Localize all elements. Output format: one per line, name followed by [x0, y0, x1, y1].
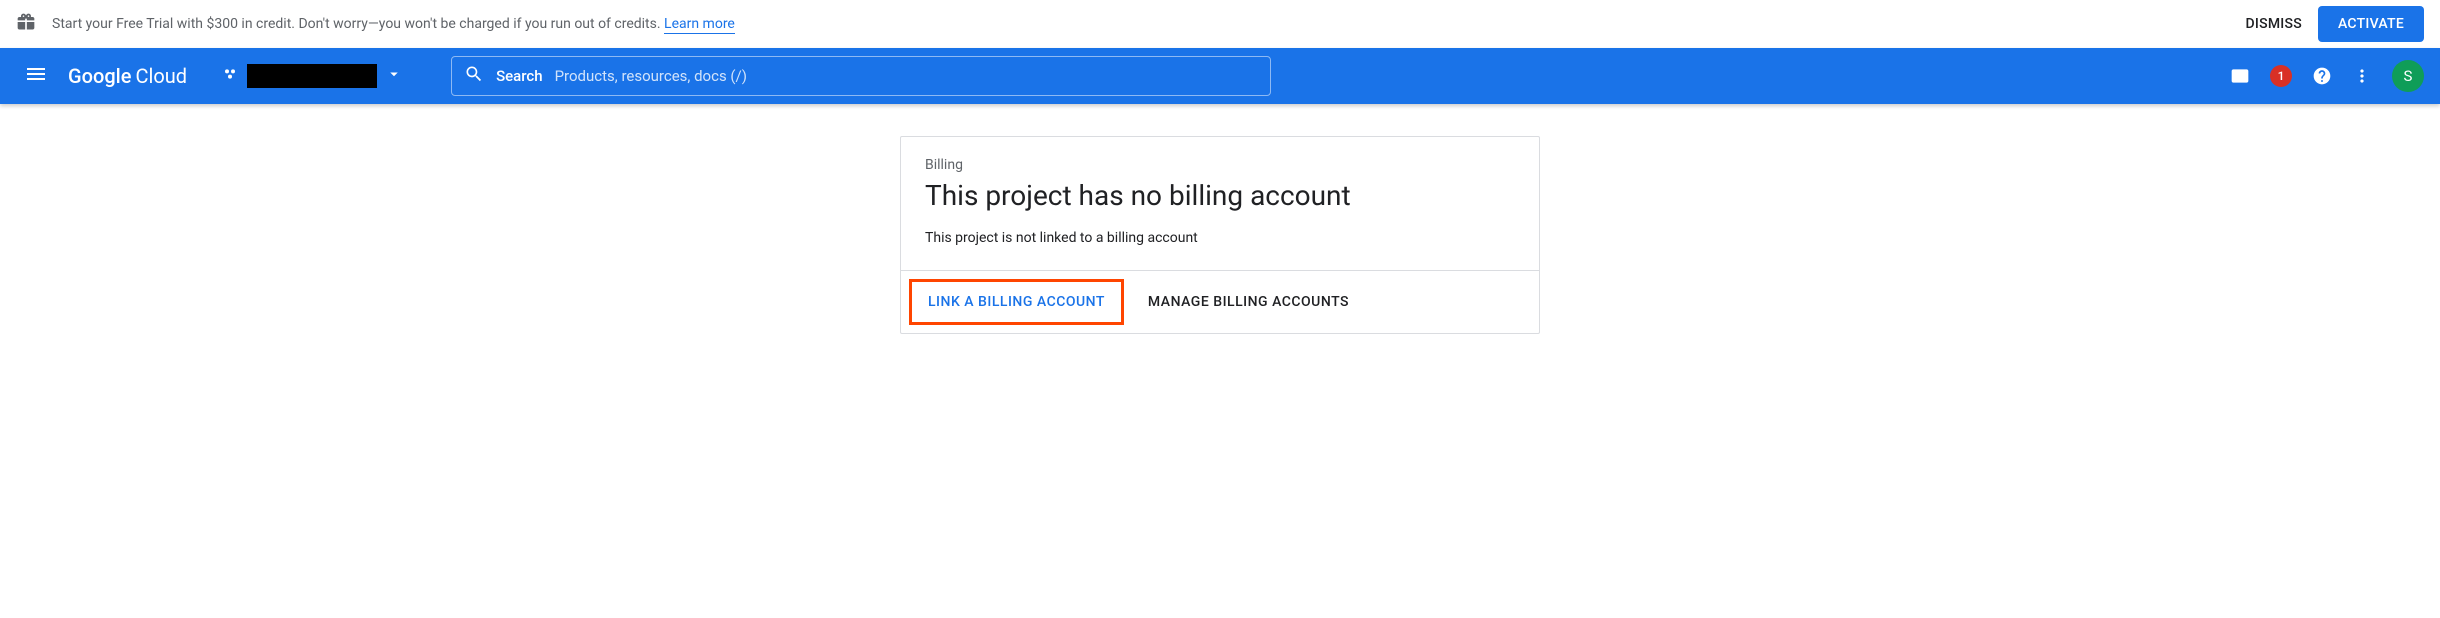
- search-icon: [464, 64, 484, 88]
- notification-badge[interactable]: 1: [2270, 65, 2292, 87]
- banner-text: Start your Free Trial with $300 in credi…: [52, 16, 2229, 32]
- search-input[interactable]: [555, 67, 1258, 85]
- link-billing-account-button[interactable]: LINK A BILLING ACCOUNT: [909, 279, 1124, 325]
- billing-actions: LINK A BILLING ACCOUNT MANAGE BILLING AC…: [901, 270, 1539, 333]
- billing-title: This project has no billing account: [925, 179, 1515, 212]
- header-icons: 1 S: [2230, 60, 2424, 92]
- project-selector[interactable]: [215, 60, 411, 92]
- free-trial-banner: Start your Free Trial with $300 in credi…: [0, 0, 2440, 48]
- activate-button[interactable]: ACTIVATE: [2318, 6, 2424, 42]
- main-content: Billing This project has no billing acco…: [0, 104, 2440, 366]
- dismiss-button[interactable]: DISMISS: [2229, 8, 2318, 40]
- cloud-shell-icon[interactable]: [2230, 66, 2250, 86]
- chevron-down-icon: [385, 65, 403, 87]
- google-cloud-logo[interactable]: Google Cloud: [68, 64, 187, 88]
- search-label: Search: [496, 67, 543, 85]
- logo-light-text: Cloud: [135, 64, 187, 88]
- manage-billing-accounts-button[interactable]: MANAGE BILLING ACCOUNTS: [1132, 279, 1365, 325]
- hamburger-icon[interactable]: [16, 54, 56, 98]
- search-box[interactable]: Search: [451, 56, 1271, 96]
- billing-description: This project is not linked to a billing …: [925, 230, 1515, 246]
- app-header: Google Cloud Search 1 S: [0, 48, 2440, 104]
- billing-label: Billing: [925, 157, 1515, 173]
- project-name: [247, 64, 377, 88]
- billing-card: Billing This project has no billing acco…: [900, 136, 1540, 334]
- gift-icon: [16, 12, 36, 36]
- learn-more-link[interactable]: Learn more: [664, 16, 735, 34]
- help-icon[interactable]: [2312, 66, 2332, 86]
- logo-bold-text: Google: [68, 64, 131, 88]
- project-dots-icon: [223, 66, 239, 86]
- user-avatar[interactable]: S: [2392, 60, 2424, 92]
- more-vert-icon[interactable]: [2352, 66, 2372, 86]
